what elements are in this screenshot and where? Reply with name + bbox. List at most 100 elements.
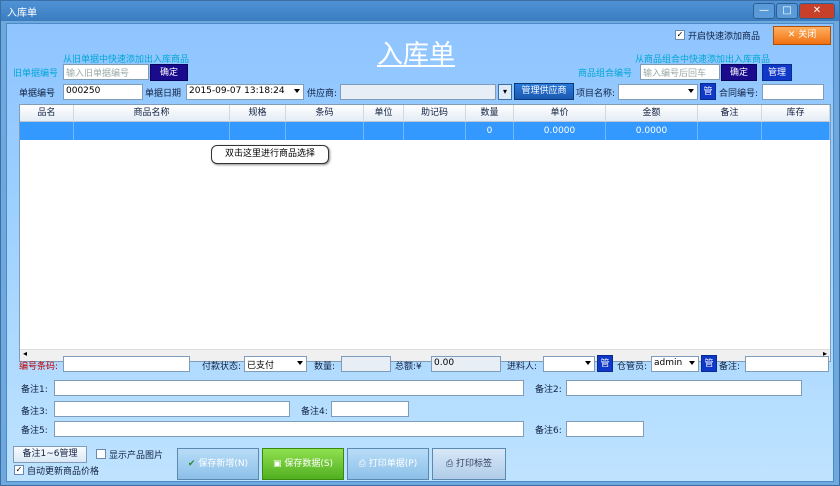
note5-label: 备注5: [21,426,48,436]
old-order-label: 旧单据编号 [13,69,59,79]
cell-barcode[interactable] [286,122,364,140]
maximize-button[interactable]: □ [776,3,798,19]
note4-label: 备注4: [301,407,328,417]
total-label: 总额:¥ [395,362,422,372]
note1-label: 备注1: [21,385,48,395]
cell-mnemonic[interactable] [404,122,466,140]
remark-input[interactable] [745,356,829,372]
col-header-amount[interactable]: 金额 [606,105,698,122]
contract-input[interactable] [762,84,824,100]
cell-name[interactable] [20,122,74,140]
purchaser-manage-button[interactable]: 管 [597,355,613,372]
title-bar: 入库单 — □ ✕ [1,1,839,21]
pay-status-label: 付款状态: [202,362,242,372]
app-window: 入库单 — □ ✕ ✓ 开启快速添加商品 ✕ 关闭 入库单 从旧单据中快速添加出… [0,0,840,486]
purchaser-label: 进料人: [507,362,538,372]
page-title: 入库单 [377,40,456,70]
combo-confirm-button[interactable]: 确定 [721,64,757,81]
show-image-checkbox[interactable] [96,449,106,459]
product-grid[interactable]: 品名 商品名称 规格 条码 单位 助记码 数量 单价 金额 备注 库存 0 0.… [19,104,831,362]
combo-input[interactable]: 输入编号后回车 [640,64,720,80]
cell-unit[interactable] [364,122,404,140]
note2-label: 备注2: [535,385,562,395]
table-row[interactable]: 0 0.0000 0.0000 [20,122,830,140]
supplier-input[interactable] [340,84,496,100]
note6-label: 备注6: [535,426,562,436]
manage-supplier-button[interactable]: 管理供应商 [514,83,574,100]
project-manage-button[interactable]: 管 [700,83,716,100]
notes-manage-button[interactable]: 备注1~6管理 [13,446,87,463]
col-header-name[interactable]: 品名 [20,105,74,122]
cell-remark[interactable] [698,122,762,140]
cell-unit-price[interactable]: 0.0000 [514,122,606,140]
purchaser-select[interactable] [543,356,595,372]
note3-label: 备注3: [21,407,48,417]
chevron-down-icon [294,89,300,93]
quick-add-label: 开启快速添加商品 [688,32,761,42]
cell-amount[interactable]: 0.0000 [606,122,698,140]
note4-input[interactable] [331,401,409,417]
barcode-input[interactable] [63,356,190,372]
chevron-down-icon [688,89,694,93]
print-doc-label: 打印单据(P) [368,459,418,469]
cell-spec[interactable] [230,122,286,140]
quick-add-checkbox[interactable]: ✓ [675,30,685,40]
print-doc-button[interactable]: ⎙ 打印单据(P) [347,448,429,480]
note3-input[interactable] [54,401,290,417]
minimize-button[interactable]: — [753,3,775,19]
close-label: 关闭 [798,30,817,40]
save-new-label: 保存新增(N) [198,459,249,469]
old-order-input[interactable]: 输入旧单据编号 [63,64,149,80]
barcode-label: 编号条码: [19,362,59,372]
cell-stock[interactable] [762,122,830,140]
cell-quantity[interactable]: 0 [466,122,514,140]
save-data-label: 保存数据(S) [284,459,334,469]
window-title: 入库单 [7,8,37,19]
col-header-unit[interactable]: 单位 [364,105,404,122]
grid-header: 品名 商品名称 规格 条码 单位 助记码 数量 单价 金额 备注 库存 [20,105,830,122]
scroll-left-icon[interactable]: ◂ [23,349,27,358]
close-button[interactable]: ✕ 关闭 [773,26,831,45]
combo-manage-button[interactable]: 管理 [762,64,792,81]
note6-input[interactable] [566,421,644,437]
print-label-button[interactable]: ⎙ 打印标签 [432,448,506,480]
note5-input[interactable] [54,421,524,437]
doc-date-value: 2015-09-07 13:18:24 [189,86,285,96]
doc-no-input[interactable]: 000250 [63,84,143,100]
supplier-picker-button[interactable]: ▾ [498,84,512,100]
col-header-mnemonic[interactable]: 助记码 [404,105,466,122]
pay-status-value: 已支付 [247,361,275,371]
col-header-stock[interactable]: 库存 [762,105,830,122]
check-icon: ✔ [187,459,199,469]
save-new-button[interactable]: ✔ 保存新增(N) [177,448,259,480]
close-window-button[interactable]: ✕ [799,3,835,19]
save-data-button[interactable]: ▣ 保存数据(S) [262,448,344,480]
note1-input[interactable] [54,380,524,396]
printer-icon: ⎙ [445,459,457,469]
doc-date-picker[interactable]: 2015-09-07 13:18:24 [186,84,304,100]
supplier-label: 供应商: [307,89,338,99]
printer-icon: ⎙ [358,459,369,469]
keeper-manage-button[interactable]: 管 [701,355,717,372]
col-header-product-name[interactable]: 商品名称 [74,105,230,122]
pay-status-select[interactable]: 已支付 [244,356,307,372]
keeper-select[interactable]: admin [651,356,699,372]
col-header-quantity[interactable]: 数量 [466,105,514,122]
disk-icon: ▣ [272,459,285,469]
col-header-barcode[interactable]: 条码 [286,105,364,122]
col-header-unit-price[interactable]: 单价 [514,105,606,122]
quantity-label: 数量: [314,362,336,372]
note2-input[interactable] [566,380,802,396]
col-header-remark[interactable]: 备注 [698,105,762,122]
close-icon: ✕ [787,30,799,40]
auto-update-checkbox[interactable]: ✓ [14,465,24,475]
doc-no-label: 单据编号 [19,89,56,99]
remark-label: 备注: [719,362,741,372]
old-order-confirm-button[interactable]: 确定 [150,64,188,81]
col-header-spec[interactable]: 规格 [230,105,286,122]
project-select[interactable] [618,84,698,100]
show-image-label: 显示产品图片 [109,451,164,461]
contract-label: 合同编号: [719,89,759,99]
cell-product-name[interactable] [74,122,230,140]
doc-date-label: 单据日期 [145,89,182,99]
